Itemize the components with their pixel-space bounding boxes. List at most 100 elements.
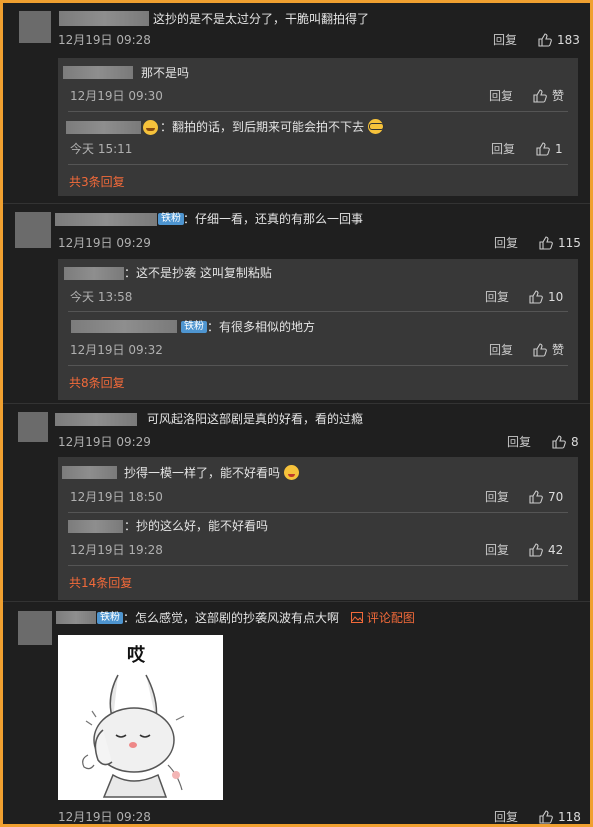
avatar[interactable]: [19, 11, 51, 43]
reply-time: 今天 13:58: [70, 290, 133, 304]
reply-button[interactable]: 回复: [489, 342, 513, 358]
fan-badge: 铁粉: [181, 321, 207, 333]
reply-text-wrap: 抄得一模一样了，能不好看吗: [124, 465, 299, 481]
like-count: 115: [558, 236, 581, 250]
image-icon: [351, 612, 363, 623]
thumbs-up-icon: [552, 435, 566, 449]
divider: [68, 512, 568, 513]
reply-time: 12月19日 09:30: [70, 89, 163, 103]
divider: [3, 203, 590, 204]
divider: [68, 311, 568, 312]
reply-button[interactable]: 回复: [491, 141, 515, 157]
reply-text: 抄得一模一样了，能不好看吗: [124, 466, 281, 480]
fan-badge: 铁粉: [158, 213, 184, 225]
username-redacted[interactable]: [63, 66, 133, 79]
like-button[interactable]: 10: [529, 289, 563, 305]
comment-text: 这抄的是不是太过分了，干脆叫翻拍得了: [153, 12, 370, 26]
like-count: 8: [571, 435, 579, 449]
rabbit-sticker-icon: [82, 674, 185, 798]
reply-list: 那不是吗 12月19日 09:30 回复 赞 ：翻拍的话，到后期来可能会拍不下去…: [58, 58, 578, 196]
view-more-replies-link[interactable]: 共14条回复: [69, 575, 132, 591]
like-count: 70: [548, 490, 564, 504]
thumbs-up-icon: [539, 236, 553, 250]
comment-time: 12月19日 09:29: [58, 435, 151, 449]
comment-text: 可风起洛阳这部剧是真的好看，看的过瘾: [147, 412, 364, 426]
view-more-replies-link[interactable]: 共3条回复: [69, 174, 125, 190]
thumbs-up-icon: [529, 490, 543, 504]
thumbs-up-icon: [529, 290, 543, 304]
reply-button[interactable]: 回复: [494, 809, 518, 824]
reply-button[interactable]: 回复: [494, 235, 518, 251]
divider: [68, 111, 568, 112]
reply-button[interactable]: 回复: [507, 434, 531, 450]
comment-time: 12月19日 09:28: [58, 33, 151, 47]
grinning-face-icon: [143, 120, 158, 135]
username-redacted[interactable]: [55, 213, 157, 226]
like-label: 赞: [552, 89, 565, 103]
like-button[interactable]: 42: [529, 542, 563, 558]
comment-image-link-label: 评论配图: [366, 611, 415, 625]
thumbs-up-icon: [533, 89, 547, 103]
reply-time: 12月19日 19:28: [70, 543, 163, 557]
glasses-face-icon: [367, 119, 384, 134]
username-redacted[interactable]: [68, 520, 123, 533]
reply-text: 那不是吗: [141, 66, 190, 80]
drooling-face-icon: [283, 465, 299, 480]
reply-text: ：这不是抄袭 这叫复制粘贴: [124, 266, 272, 280]
comment-image[interactable]: 哎: [58, 635, 223, 800]
reply-button[interactable]: 回复: [485, 489, 509, 505]
comment-image-link[interactable]: 评论配图: [351, 610, 415, 626]
reply-text: ：有很多相似的地方: [207, 320, 316, 334]
reply-button[interactable]: 回复: [485, 542, 509, 558]
like-count: 10: [548, 290, 564, 304]
reply-button[interactable]: 回复: [489, 88, 513, 104]
divider: [68, 365, 568, 366]
like-count: 183: [557, 33, 580, 47]
like-count: 1: [555, 142, 563, 156]
like-button[interactable]: 118: [539, 809, 581, 824]
divider: [3, 601, 590, 602]
like-count: 118: [558, 810, 581, 824]
fan-badge: 铁粉: [97, 612, 123, 624]
divider: [68, 164, 568, 165]
like-button[interactable]: 赞: [533, 88, 564, 104]
avatar[interactable]: [18, 611, 52, 645]
username-redacted[interactable]: [66, 121, 141, 134]
like-button[interactable]: 1: [536, 141, 563, 157]
thumbs-up-icon: [538, 33, 552, 47]
username-redacted[interactable]: [56, 611, 96, 624]
reply-list: ：这不是抄袭 这叫复制粘贴 今天 13:58 回复 10 铁粉 ：有很多相似的地…: [58, 259, 578, 400]
thumbs-up-icon: [539, 810, 553, 824]
view-more-replies-link[interactable]: 共8条回复: [69, 375, 125, 391]
like-button[interactable]: 183: [538, 32, 580, 48]
username-redacted[interactable]: [62, 466, 117, 479]
divider: [3, 403, 590, 404]
like-count: 42: [548, 543, 564, 557]
username-redacted[interactable]: [59, 11, 149, 26]
reply-button[interactable]: 回复: [485, 289, 509, 305]
reply-text-wrap: ：翻拍的话，到后期来可能会拍不下去: [160, 119, 384, 135]
username-redacted[interactable]: [64, 267, 124, 280]
reply-time: 12月19日 09:32: [70, 343, 163, 357]
like-button[interactable]: 115: [539, 235, 581, 251]
like-button[interactable]: 赞: [533, 342, 564, 358]
avatar[interactable]: [18, 412, 48, 442]
comment-text: ：怎么感觉，这部剧的抄袭风波有点大啊: [123, 611, 340, 625]
avatar[interactable]: [15, 212, 51, 248]
thumbs-up-icon: [536, 142, 550, 156]
reply-time: 今天 15:11: [70, 142, 133, 156]
username-redacted[interactable]: [71, 320, 177, 333]
reply-text: ：翻拍的话，到后期来可能会拍不下去: [160, 120, 365, 134]
like-label: 赞: [552, 343, 565, 357]
like-button[interactable]: 8: [552, 434, 579, 450]
comment-text: ：仔细一看，还真的有那么一回事: [183, 212, 364, 226]
thumbs-up-icon: [533, 343, 547, 357]
divider: [68, 565, 568, 566]
like-button[interactable]: 70: [529, 489, 563, 505]
reply-button[interactable]: 回复: [493, 32, 517, 48]
thumbs-up-icon: [529, 543, 543, 557]
username-redacted[interactable]: [55, 413, 137, 426]
comment-feed: 这抄的是不是太过分了，干脆叫翻拍得了 12月19日 09:28 回复 183 那…: [3, 3, 590, 824]
reply-time: 12月19日 18:50: [70, 490, 163, 504]
reply-text: ：抄的这么好，能不好看吗: [124, 519, 269, 533]
